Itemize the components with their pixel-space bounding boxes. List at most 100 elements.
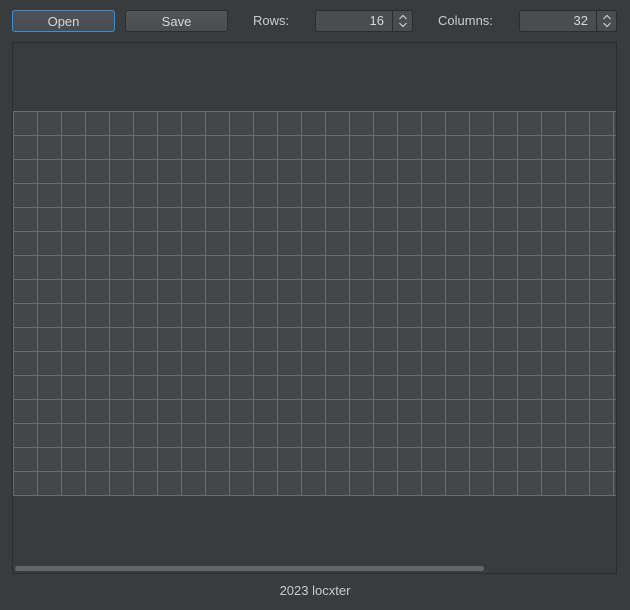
grid-cell[interactable] <box>445 423 470 448</box>
grid-cell[interactable] <box>565 135 590 160</box>
grid-cell[interactable] <box>565 111 590 136</box>
grid-cell[interactable] <box>301 375 326 400</box>
grid-cell[interactable] <box>109 255 134 280</box>
grid-cell[interactable] <box>181 375 206 400</box>
grid-cell[interactable] <box>589 423 614 448</box>
grid-cell[interactable] <box>541 327 566 352</box>
grid-cell[interactable] <box>565 207 590 232</box>
grid-cell[interactable] <box>493 159 518 184</box>
grid-cell[interactable] <box>565 303 590 328</box>
grid-cell[interactable] <box>301 303 326 328</box>
grid-cell[interactable] <box>469 231 494 256</box>
grid-cell[interactable] <box>325 471 350 496</box>
grid-cell[interactable] <box>373 111 398 136</box>
grid-cell[interactable] <box>109 399 134 424</box>
grid-cell[interactable] <box>205 375 230 400</box>
grid-cell[interactable] <box>61 399 86 424</box>
grid-cell[interactable] <box>253 279 278 304</box>
grid-cell[interactable] <box>373 231 398 256</box>
grid-cell[interactable] <box>13 375 38 400</box>
grid-cell[interactable] <box>85 375 110 400</box>
grid-cell[interactable] <box>37 183 62 208</box>
grid-cell[interactable] <box>445 111 470 136</box>
grid-cell[interactable] <box>205 183 230 208</box>
grid-cell[interactable] <box>517 231 542 256</box>
grid-cell[interactable] <box>613 327 617 352</box>
grid-cell[interactable] <box>61 279 86 304</box>
grid-cell[interactable] <box>229 327 254 352</box>
grid-cell[interactable] <box>61 207 86 232</box>
grid-cell[interactable] <box>397 111 422 136</box>
grid-cell[interactable] <box>157 279 182 304</box>
grid-cell[interactable] <box>157 135 182 160</box>
save-button[interactable]: Save <box>125 10 228 32</box>
grid-cell[interactable] <box>445 207 470 232</box>
grid-cell[interactable] <box>589 471 614 496</box>
grid-cell[interactable] <box>349 159 374 184</box>
grid-cell[interactable] <box>349 447 374 472</box>
grid-cell[interactable] <box>205 327 230 352</box>
grid-cell[interactable] <box>541 183 566 208</box>
grid-cell[interactable] <box>61 375 86 400</box>
grid-cell[interactable] <box>373 399 398 424</box>
grid-cell[interactable] <box>397 327 422 352</box>
grid-cell[interactable] <box>61 111 86 136</box>
rows-spinbox[interactable]: 16 <box>315 10 413 32</box>
open-button[interactable]: Open <box>12 10 115 32</box>
grid-cell[interactable] <box>445 327 470 352</box>
grid-cell[interactable] <box>541 447 566 472</box>
grid-cell[interactable] <box>85 183 110 208</box>
grid-cell[interactable] <box>229 135 254 160</box>
grid-cell[interactable] <box>589 159 614 184</box>
up-down-chevron-icon[interactable] <box>398 14 408 28</box>
grid-cell[interactable] <box>397 303 422 328</box>
grid-cell[interactable] <box>445 231 470 256</box>
grid-cell[interactable] <box>61 135 86 160</box>
grid-cell[interactable] <box>133 327 158 352</box>
grid-cell[interactable] <box>541 111 566 136</box>
grid-cell[interactable] <box>517 471 542 496</box>
grid-cell[interactable] <box>109 135 134 160</box>
grid-cell[interactable] <box>133 111 158 136</box>
grid-cell[interactable] <box>85 255 110 280</box>
grid-cell[interactable] <box>277 135 302 160</box>
grid-cell[interactable] <box>229 255 254 280</box>
grid-cell[interactable] <box>517 255 542 280</box>
grid-cell[interactable] <box>181 135 206 160</box>
grid-cell[interactable] <box>493 399 518 424</box>
grid-cell[interactable] <box>613 159 617 184</box>
grid-cell[interactable] <box>37 375 62 400</box>
grid-cell[interactable] <box>229 351 254 376</box>
grid-cell[interactable] <box>589 399 614 424</box>
grid-cell[interactable] <box>133 399 158 424</box>
grid-cell[interactable] <box>613 303 617 328</box>
grid-cell[interactable] <box>349 183 374 208</box>
grid-cell[interactable] <box>421 231 446 256</box>
grid-cell[interactable] <box>205 135 230 160</box>
up-down-chevron-icon[interactable] <box>602 14 612 28</box>
grid-cell[interactable] <box>205 255 230 280</box>
grid-cell[interactable] <box>421 279 446 304</box>
grid-cell[interactable] <box>493 447 518 472</box>
grid-cell[interactable] <box>565 447 590 472</box>
grid-cell[interactable] <box>325 375 350 400</box>
grid-cell[interactable] <box>613 231 617 256</box>
grid-cell[interactable] <box>37 423 62 448</box>
grid-cell[interactable] <box>301 135 326 160</box>
grid-cell[interactable] <box>469 255 494 280</box>
grid-cell[interactable] <box>445 183 470 208</box>
grid-cell[interactable] <box>277 423 302 448</box>
grid-cell[interactable] <box>301 447 326 472</box>
grid-cell[interactable] <box>541 207 566 232</box>
grid-cell[interactable] <box>109 351 134 376</box>
grid-cell[interactable] <box>493 423 518 448</box>
grid-cell[interactable] <box>133 279 158 304</box>
grid-cell[interactable] <box>85 471 110 496</box>
grid-cell[interactable] <box>133 231 158 256</box>
grid-cell[interactable] <box>397 399 422 424</box>
grid-cell[interactable] <box>253 255 278 280</box>
grid-cell[interactable] <box>373 327 398 352</box>
grid-cell[interactable] <box>469 447 494 472</box>
grid-cell[interactable] <box>613 351 617 376</box>
grid-cell[interactable] <box>469 351 494 376</box>
